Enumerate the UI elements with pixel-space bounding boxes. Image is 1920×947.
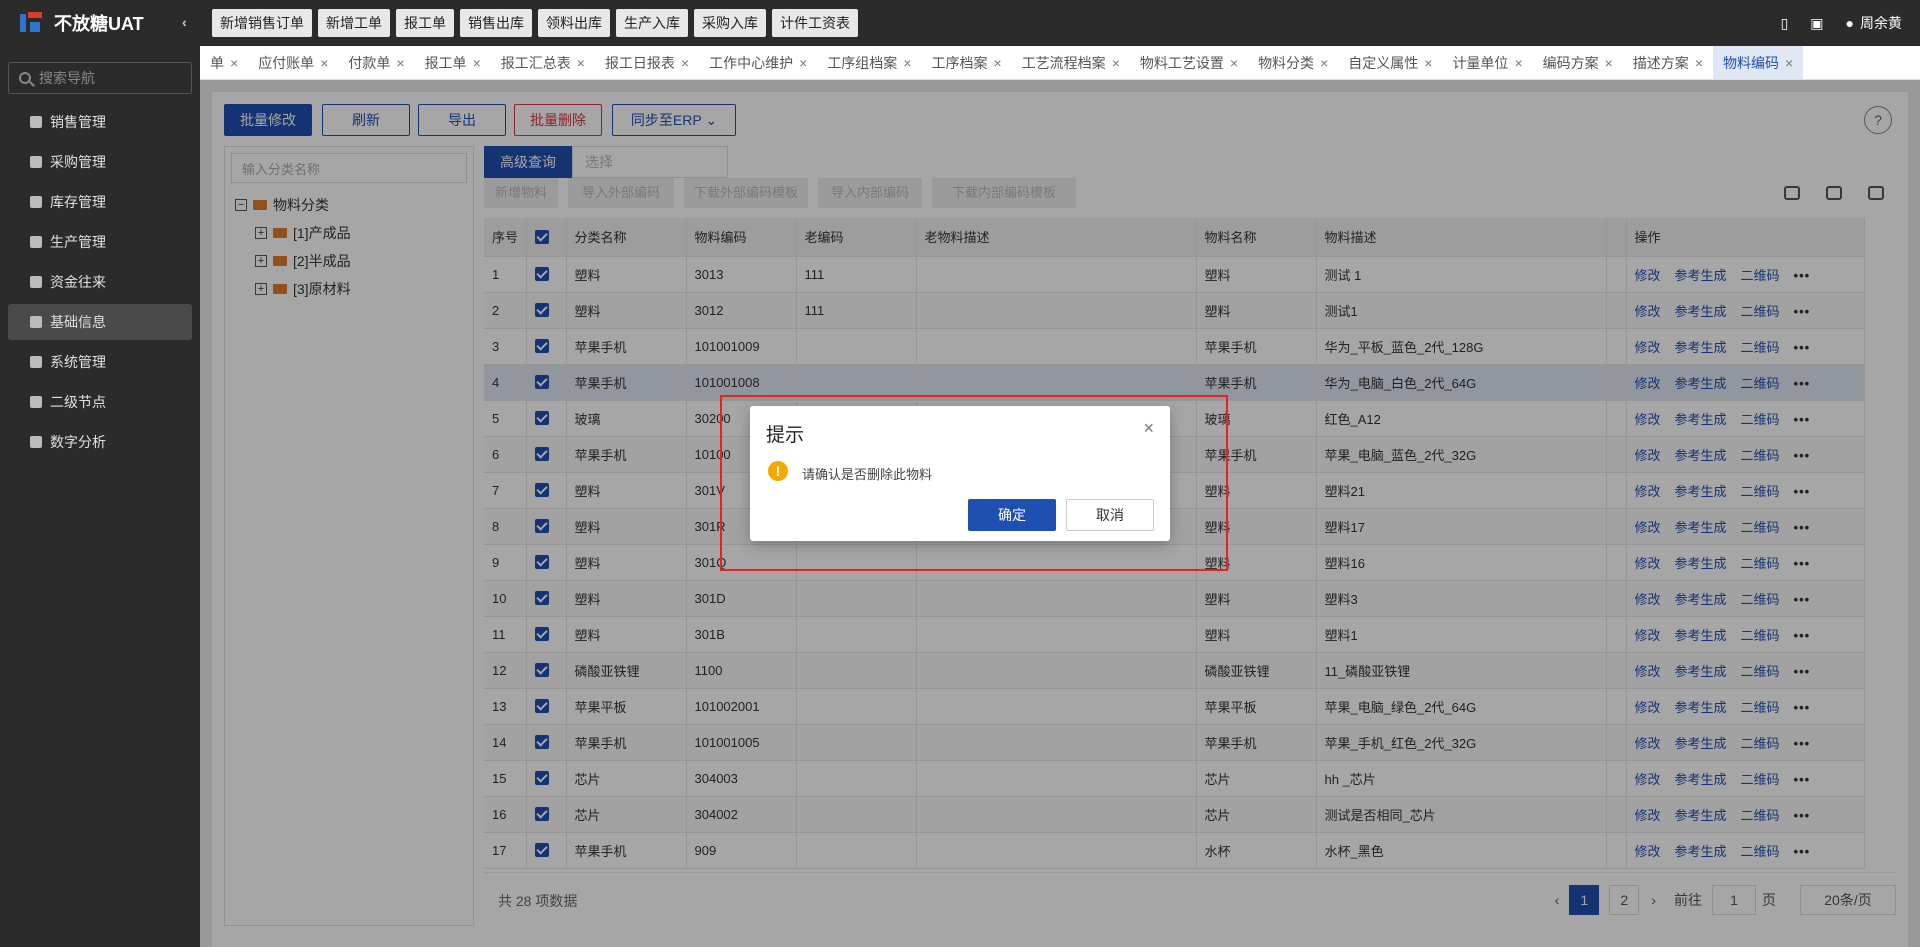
tab-item[interactable]: 工艺流程档案 ×	[1012, 46, 1130, 79]
tab-item[interactable]: 工作中心维护 ×	[699, 46, 817, 79]
grid-icon	[30, 316, 42, 328]
tab-item[interactable]: 工序组档案 ×	[817, 46, 921, 79]
app-logo: 不放糖UAT ‹	[0, 0, 200, 46]
sidebar-item-purchase[interactable]: 采购管理	[8, 144, 192, 180]
tab-item[interactable]: 付款单 ×	[338, 46, 414, 79]
close-icon: ×	[472, 54, 481, 71]
tab-item[interactable]: 报工汇总表 ×	[491, 46, 595, 79]
quick-material-outbound[interactable]: 领料出库	[538, 9, 610, 37]
tab-item[interactable]: 单 ×	[200, 46, 248, 79]
close-icon: ×	[576, 54, 585, 71]
tab-item[interactable]: 自定义属性 ×	[1338, 46, 1442, 79]
image-icon[interactable]: ▣	[1810, 15, 1823, 32]
tab-item[interactable]: 物料工艺设置 ×	[1130, 46, 1248, 79]
sidebar-item-level2[interactable]: 二级节点	[8, 384, 192, 420]
collapse-sidebar-icon[interactable]: ‹	[182, 14, 187, 30]
cart-icon	[30, 156, 42, 168]
tab-item[interactable]: 编码方案 ×	[1533, 46, 1623, 79]
dialog-message: 请确认是否删除此物料	[802, 467, 933, 482]
pie-chart-icon	[30, 436, 42, 448]
close-icon: ×	[903, 54, 912, 71]
sidebar-item-finance[interactable]: 资金往来	[8, 264, 192, 300]
tab-material-code[interactable]: 物料编码 ×	[1713, 46, 1804, 79]
close-icon: ×	[1514, 54, 1523, 71]
quick-purchase-inbound[interactable]: 采购入库	[694, 9, 766, 37]
warning-icon: !	[768, 461, 788, 481]
confirm-button[interactable]: 确定	[968, 499, 1056, 531]
sidebar-item-system[interactable]: 系统管理	[8, 344, 192, 380]
user-icon[interactable]: ●	[1846, 15, 1854, 31]
close-icon: ×	[396, 54, 405, 71]
quick-new-sales-order[interactable]: 新增销售订单	[212, 9, 312, 37]
quick-work-report[interactable]: 报工单	[396, 9, 454, 37]
tab-item[interactable]: 报工单 ×	[415, 46, 491, 79]
tab-item[interactable]: 应付账单 ×	[248, 46, 338, 79]
close-icon: ×	[1785, 54, 1794, 71]
cancel-button[interactable]: 取消	[1066, 499, 1154, 531]
tab-item[interactable]: 报工日报表 ×	[595, 46, 699, 79]
money-icon	[30, 276, 42, 288]
quick-piece-wage[interactable]: 计件工资表	[772, 9, 858, 37]
search-icon	[19, 72, 31, 84]
tab-item[interactable]: 物料分类 ×	[1248, 46, 1338, 79]
tag-icon	[30, 116, 42, 128]
sidebar-item-sales[interactable]: 销售管理	[8, 104, 192, 140]
quick-new-work-order[interactable]: 新增工单	[318, 9, 390, 37]
close-icon: ×	[1424, 54, 1433, 71]
close-icon: ×	[320, 54, 329, 71]
app-name: 不放糖UAT	[54, 14, 144, 34]
tab-item[interactable]: 计量单位 ×	[1442, 46, 1532, 79]
sidebar-item-inventory[interactable]: 库存管理	[8, 184, 192, 220]
sidebar: 不放糖UAT ‹ 搜索导航 销售管理 采购管理 库存管理 生产管理 资金往来 基…	[0, 0, 200, 947]
close-icon: ×	[1320, 54, 1329, 71]
tab-item[interactable]: 描述方案 ×	[1623, 46, 1713, 79]
confirm-dialog: 提示 × ! 请确认是否删除此物料 确定 取消	[750, 406, 1170, 541]
logo-icon	[18, 10, 48, 36]
close-icon: ×	[680, 54, 690, 71]
sidebar-item-analytics[interactable]: 数字分析	[8, 424, 192, 460]
quick-sales-outbound[interactable]: 销售出库	[460, 9, 532, 37]
production-icon	[30, 236, 42, 248]
top-right-area: ▯ ▣ ● 周余黄	[1759, 0, 1902, 46]
dialog-title: 提示	[766, 425, 805, 446]
apps-icon	[30, 356, 42, 368]
nav-search-input[interactable]: 搜索导航	[8, 62, 192, 94]
sidebar-item-production[interactable]: 生产管理	[8, 224, 192, 260]
close-icon: ×	[993, 54, 1002, 71]
warehouse-icon	[30, 196, 42, 208]
sidebar-item-basic-info[interactable]: 基础信息	[8, 304, 192, 340]
close-icon: ×	[1111, 54, 1120, 71]
mobile-icon[interactable]: ▯	[1781, 15, 1789, 32]
close-icon: ×	[799, 54, 808, 71]
tab-item[interactable]: 工序档案 ×	[922, 46, 1012, 79]
document-icon	[30, 396, 42, 408]
close-icon: ×	[1694, 54, 1703, 71]
page-tabs: 单 × 应付账单 × 付款单 × 报工单 × 报工汇总表 × 报工日报表 × 工作中心维护 ×…	[200, 46, 1920, 80]
close-icon: ×	[1604, 54, 1613, 71]
close-icon: ×	[1229, 54, 1239, 71]
top-bar: 新增销售订单 新增工单 报工单 销售出库 领料出库 生产入库 采购入库 计件工资…	[200, 0, 1920, 46]
quick-production-inbound[interactable]: 生产入库	[616, 9, 688, 37]
user-name[interactable]: 周余黄	[1860, 13, 1902, 33]
close-icon[interactable]: ×	[1143, 418, 1154, 439]
close-icon: ×	[230, 54, 239, 71]
